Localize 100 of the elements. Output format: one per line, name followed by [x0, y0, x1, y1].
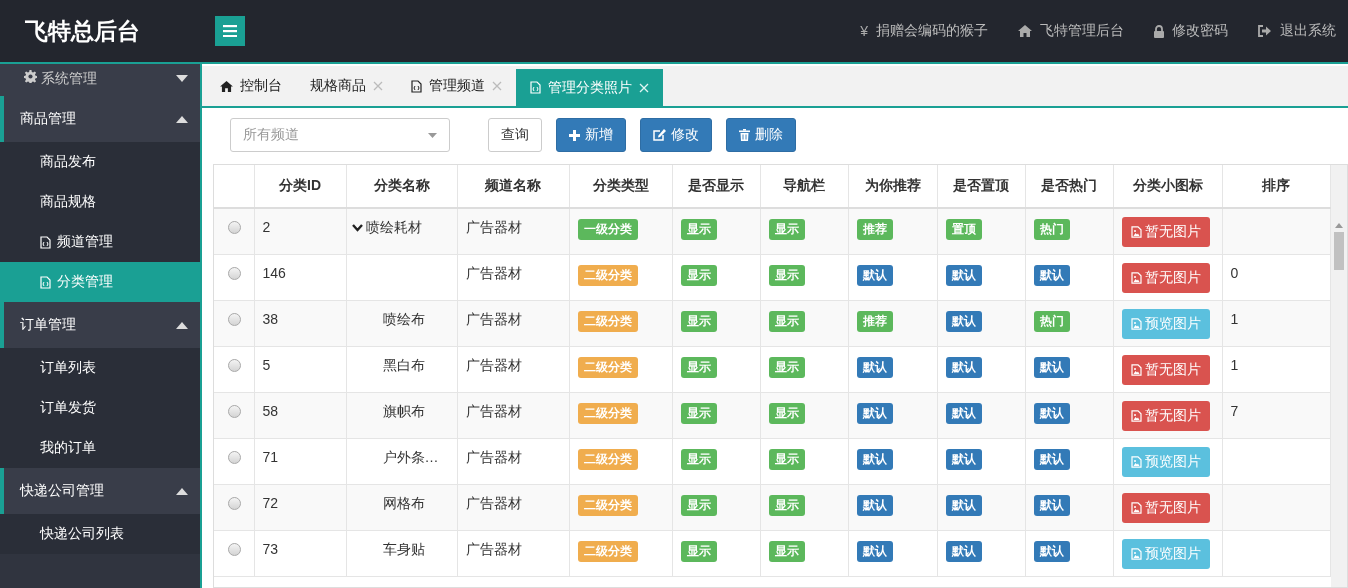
status-badge: 推荐 — [856, 310, 893, 332]
sidebar-item[interactable]: 商品发布 — [0, 142, 200, 182]
category-name: 喷绘耗材 — [365, 219, 422, 237]
sidebar-item[interactable]: 订单列表 — [0, 348, 200, 388]
add-button[interactable]: 新增 — [556, 118, 626, 152]
caret-up-icon — [176, 115, 188, 123]
image-button[interactable]: 暂无图片 — [1121, 492, 1210, 523]
status-badge: 热门 — [1033, 310, 1070, 332]
header-link[interactable]: 退出系统 — [1258, 22, 1336, 40]
status-badge: 显示 — [680, 310, 717, 332]
scroll-up-icon[interactable] — [1335, 223, 1343, 228]
table-cell: 广告器材 — [457, 208, 569, 254]
sidebar-item[interactable]: 快递公司列表 — [0, 514, 200, 554]
sidebar-item[interactable]: 我的订单 — [0, 428, 200, 468]
status-badge: 默认 — [856, 540, 893, 562]
tab[interactable]: 规格商品 — [296, 66, 397, 106]
table-cell: 广告器材 — [457, 346, 569, 392]
status-badge: 显示 — [680, 448, 717, 470]
status-badge: 默认 — [1033, 402, 1070, 424]
close-icon[interactable] — [492, 81, 502, 91]
close-icon[interactable] — [373, 81, 383, 91]
table-cell: 38 — [254, 300, 346, 346]
status-badge: 显示 — [768, 264, 805, 286]
row-radio[interactable] — [228, 404, 241, 418]
status-badge: 一级分类 — [577, 219, 638, 240]
row-radio[interactable] — [228, 542, 241, 556]
image-file-icon — [1130, 226, 1142, 238]
header-link[interactable]: 飞特管理后台 — [1018, 22, 1124, 40]
status-badge: 默认 — [945, 402, 982, 424]
sidebar-group[interactable]: 系统管理 — [0, 64, 200, 96]
status-badge: 显示 — [680, 540, 717, 562]
status-badge: 显示 — [768, 540, 805, 562]
status-badge: 默认 — [1033, 494, 1070, 516]
status-badge: 默认 — [945, 310, 982, 332]
caret-up-icon — [176, 321, 188, 329]
header-link[interactable]: ¥ 捐赠会编码的猴子 — [860, 22, 988, 40]
status-badge: 默认 — [1033, 540, 1070, 562]
caret-up-icon — [176, 487, 188, 495]
status-badge: 显示 — [768, 219, 805, 240]
image-file-icon — [1130, 271, 1142, 284]
category-name: 喷绘布 — [382, 310, 425, 329]
tab[interactable]: 管理频道 — [397, 66, 516, 106]
image-button[interactable]: 暂无图片 — [1121, 354, 1210, 385]
home-icon — [1018, 25, 1032, 37]
status-badge: 显示 — [768, 494, 805, 516]
sidebar-group[interactable]: 订单管理 — [0, 302, 200, 348]
sidebar-item[interactable]: 商品规格 — [0, 182, 200, 222]
sidebar-group[interactable]: 快递公司管理 — [0, 468, 200, 514]
table-cell: 5 — [254, 346, 346, 392]
status-badge: 默认 — [856, 448, 893, 470]
row-radio[interactable] — [228, 358, 241, 372]
status-badge: 显示 — [768, 448, 805, 470]
row-radio[interactable] — [228, 312, 241, 326]
status-badge: 默认 — [945, 540, 982, 562]
image-file-icon — [1130, 409, 1142, 422]
table-cell: 广告器材 — [457, 484, 569, 530]
edit-button[interactable]: 修改 — [640, 118, 712, 152]
row-radio[interactable] — [228, 266, 241, 280]
table-cell: 广告器材 — [457, 300, 569, 346]
file-icon — [40, 235, 51, 249]
scroll-thumb[interactable] — [1334, 232, 1344, 270]
delete-button[interactable]: 删除 — [726, 118, 796, 152]
table-cell: 广告器材 — [457, 438, 569, 484]
image-button[interactable]: 暂无图片 — [1121, 262, 1210, 293]
tab[interactable]: 控制台 — [206, 66, 296, 106]
table-cell: 146 — [254, 254, 346, 300]
sidebar-item[interactable]: 订单发货 — [0, 388, 200, 428]
table-cell: 71 — [254, 438, 346, 484]
image-button[interactable]: 暂无图片 — [1121, 400, 1210, 431]
status-badge: 默认 — [1033, 448, 1070, 470]
scrollbar[interactable] — [1331, 165, 1347, 587]
file-icon — [40, 275, 51, 289]
category-name: 旗帜布 — [382, 402, 425, 421]
table-cell: 2 — [254, 208, 346, 254]
category-name: 车身贴 — [382, 540, 425, 559]
status-badge: 默认 — [856, 494, 893, 516]
table-cell: 广告器材 — [457, 392, 569, 438]
image-file-icon — [1130, 547, 1142, 560]
header-link[interactable]: 修改密码 — [1154, 22, 1228, 40]
file-icon — [530, 81, 541, 94]
row-radio[interactable] — [228, 450, 241, 464]
row-radio[interactable] — [228, 496, 241, 510]
status-badge: 默认 — [945, 494, 982, 516]
sidebar-group[interactable]: 商品管理 — [0, 96, 200, 142]
trash-icon — [739, 129, 750, 141]
chevron-down-icon[interactable] — [351, 224, 363, 232]
query-button[interactable]: 查询 — [488, 118, 542, 152]
table-cell: 58 — [254, 392, 346, 438]
status-badge: 默认 — [856, 402, 893, 424]
exit-icon — [1258, 25, 1272, 37]
image-button[interactable]: 暂无图片 — [1121, 217, 1210, 247]
table-cell: 广告器材 — [457, 530, 569, 576]
status-badge: 二级分类 — [577, 264, 638, 286]
menu-icon — [223, 25, 237, 37]
caret-down-icon — [176, 75, 188, 82]
row-radio[interactable] — [228, 221, 241, 234]
table-cell: 1 — [1222, 300, 1331, 346]
sidebar-item[interactable]: 频道管理 — [0, 222, 200, 262]
table-cell: 广告器材 — [457, 254, 569, 300]
menu-button[interactable] — [215, 16, 245, 46]
